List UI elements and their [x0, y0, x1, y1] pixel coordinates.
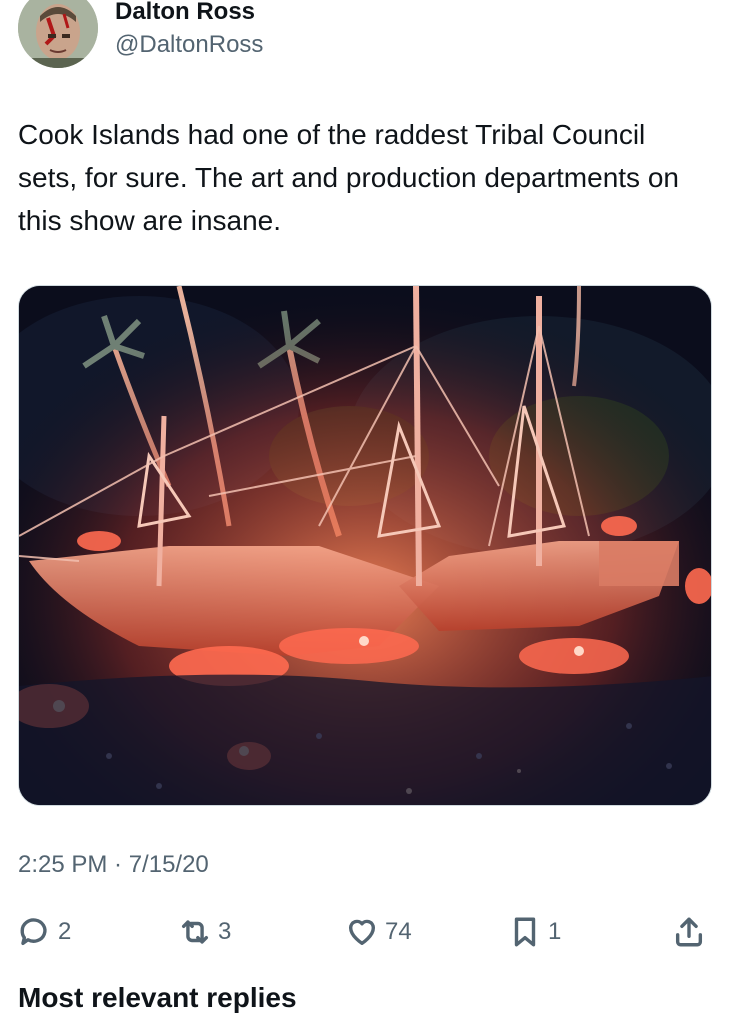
like-button[interactable]: 74	[345, 908, 412, 956]
author-display-name[interactable]: Dalton Ross	[115, 0, 255, 26]
tweet-timestamp[interactable]: 2:25 PM · 7/15/20	[18, 850, 209, 880]
reply-icon	[20, 918, 47, 946]
burning-ship-photo	[19, 286, 711, 805]
heart-icon	[348, 919, 376, 946]
retweet-button[interactable]: 3	[178, 908, 231, 956]
reply-button[interactable]: 2	[18, 908, 71, 956]
reply-count: 2	[58, 918, 72, 945]
replies-section-heading: Most relevant replies	[18, 982, 297, 1013]
retweet-icon	[181, 920, 209, 944]
like-count: 74	[385, 918, 412, 945]
avatar-image	[18, 0, 98, 68]
bookmark-count: 1	[548, 918, 562, 945]
share-button[interactable]	[672, 908, 706, 956]
retweet-count: 3	[218, 918, 232, 945]
tweet-action-bar: 2 3 74 1	[0, 908, 730, 956]
bookmark-icon	[514, 917, 536, 947]
tweet-media-image[interactable]	[18, 285, 712, 806]
share-icon	[675, 917, 703, 947]
avatar[interactable]	[18, 0, 98, 68]
bookmark-button[interactable]: 1	[508, 908, 561, 956]
tweet-text: Cook Islands had one of the raddest Trib…	[18, 119, 679, 236]
author-handle[interactable]: @DaltonRoss	[115, 31, 263, 59]
